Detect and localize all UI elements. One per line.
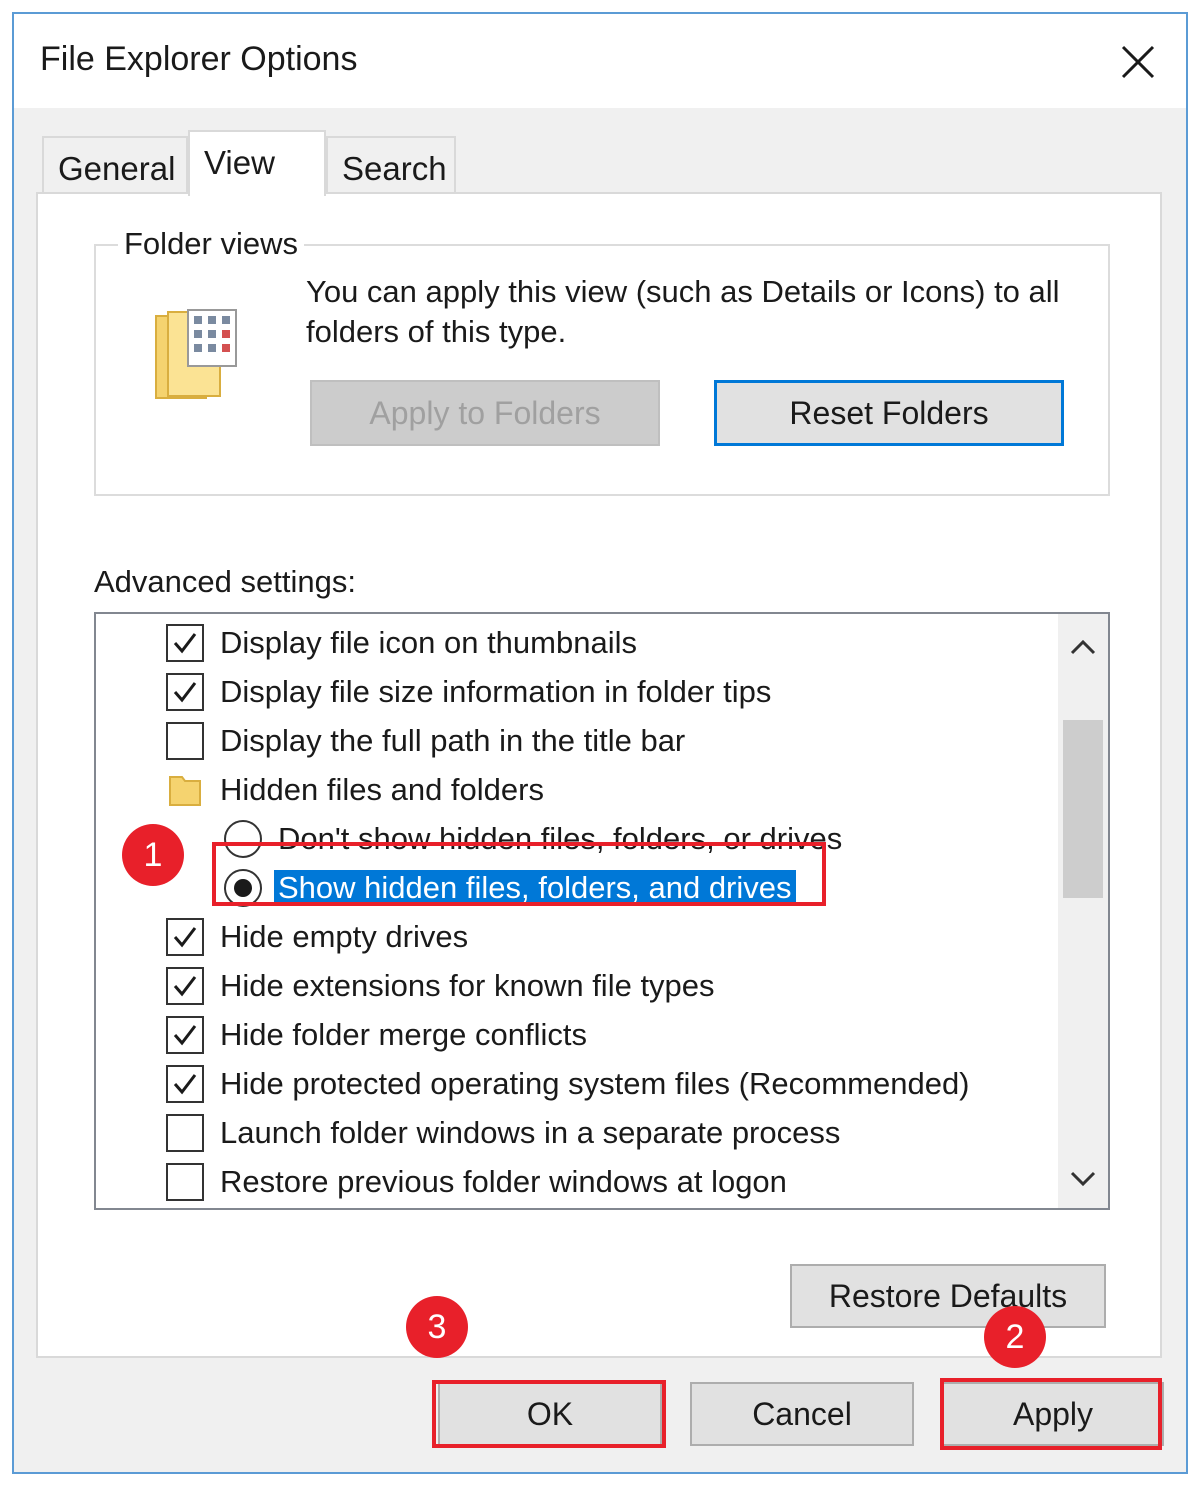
check-icon	[173, 681, 197, 702]
folder-views-group: Folder views You can apply this view (su…	[94, 226, 1110, 496]
list-item-label: Don't show hidden files, folders, or dri…	[278, 820, 843, 856]
folder-views-description: You can apply this view (such as Details…	[306, 274, 1060, 349]
list-item-label: Hide folder merge conflicts	[220, 1016, 587, 1052]
restore-defaults-button[interactable]: Restore Defaults	[790, 1264, 1106, 1328]
scroll-up-button[interactable]	[1058, 622, 1108, 672]
list-item-label: Hide empty drives	[220, 918, 469, 954]
list-item-label: Hide protected operating system files (R…	[220, 1065, 970, 1101]
view-tab-panel: Folder views You can apply this view (su…	[36, 192, 1162, 1358]
advanced-settings-label: Advanced settings:	[94, 564, 356, 599]
list-item-selected[interactable]: Show hidden files, folders, and drives	[224, 863, 1108, 912]
scroll-down-button[interactable]	[1058, 1154, 1108, 1204]
cancel-button[interactable]: Cancel	[690, 1382, 914, 1446]
list-item-label: Show hidden files, folders, and drives	[274, 869, 796, 906]
checkbox-checked[interactable]	[166, 623, 204, 662]
checkbox-checked[interactable]	[166, 1015, 204, 1054]
check-icon	[173, 926, 197, 947]
checkbox-unchecked[interactable]	[166, 1162, 204, 1201]
step-2-badge: 2	[984, 1306, 1046, 1368]
list-item[interactable]: Don't show hidden files, folders, or dri…	[224, 814, 1108, 863]
apply-to-folders-button[interactable]: Apply to Folders	[310, 380, 660, 446]
chevron-down-icon	[1070, 1171, 1096, 1187]
reset-folders-button[interactable]: Reset Folders	[714, 380, 1064, 446]
radio-unchecked[interactable]	[224, 819, 262, 858]
folder-icon	[169, 775, 201, 806]
close-icon	[1121, 45, 1155, 79]
check-icon	[173, 632, 197, 653]
folder-views-legend: Folder views	[118, 226, 304, 262]
window-title: File Explorer Options	[40, 40, 358, 78]
checkbox-unchecked[interactable]	[166, 1113, 204, 1152]
checkbox-checked[interactable]	[166, 672, 204, 711]
list-item-label: Launch folder windows in a separate proc…	[220, 1114, 841, 1150]
list-item[interactable]: Hide protected operating system files (R…	[166, 1059, 1108, 1108]
list-item[interactable]: Hide folder merge conflicts	[166, 1010, 1108, 1059]
list-item-label: Restore previous folder windows at logon	[220, 1163, 787, 1199]
list-item[interactable]: Hide extensions for known file types	[166, 961, 1108, 1010]
check-icon	[173, 1024, 197, 1045]
list-item-label: Display file size information in folder …	[220, 673, 772, 709]
list-item[interactable]: Launch folder windows in a separate proc…	[166, 1108, 1108, 1157]
checkbox-checked[interactable]	[166, 1064, 204, 1103]
title-bar: File Explorer Options	[14, 14, 1186, 108]
list-item-label: Display file icon on thumbnails	[220, 624, 637, 660]
apply-button[interactable]: Apply	[942, 1382, 1164, 1446]
check-icon	[173, 1073, 197, 1094]
list-item: Hidden files and folders	[166, 765, 1108, 814]
close-button[interactable]	[1106, 32, 1170, 92]
advanced-settings-list[interactable]: Display file icon on thumbnails Display …	[94, 612, 1110, 1210]
tab-general[interactable]: General	[42, 136, 188, 194]
checkbox-checked[interactable]	[166, 966, 204, 1005]
step-1-badge: 1	[122, 824, 184, 886]
list-item[interactable]: Hide empty drives	[166, 912, 1108, 961]
folder-views-icon	[155, 309, 237, 399]
ok-button[interactable]: OK	[438, 1382, 662, 1446]
checkbox-unchecked[interactable]	[166, 721, 204, 760]
list-item[interactable]: Display file size information in folder …	[166, 667, 1108, 716]
vertical-scrollbar[interactable]	[1058, 614, 1108, 1208]
checkbox-checked[interactable]	[166, 917, 204, 956]
scrollbar-thumb[interactable]	[1063, 720, 1103, 898]
list-item[interactable]: Display the full path in the title bar	[166, 716, 1108, 765]
step-3-badge: 3	[406, 1296, 468, 1358]
radio-checked[interactable]	[224, 868, 262, 907]
list-item-label: Hide extensions for known file types	[220, 967, 715, 1003]
radio-dot	[234, 878, 252, 897]
dialog-window: File Explorer Options General View Searc…	[12, 12, 1188, 1474]
list-item[interactable]: Restore previous folder windows at logon	[166, 1157, 1108, 1206]
check-icon	[173, 975, 197, 996]
tab-search[interactable]: Search	[326, 136, 456, 194]
tab-view[interactable]: View	[188, 130, 326, 196]
list-item-label: Display the full path in the title bar	[220, 722, 686, 758]
list-item[interactable]: Display file icon on thumbnails	[166, 618, 1108, 667]
list-item-label: Hidden files and folders	[220, 771, 544, 807]
chevron-up-icon	[1070, 639, 1096, 655]
